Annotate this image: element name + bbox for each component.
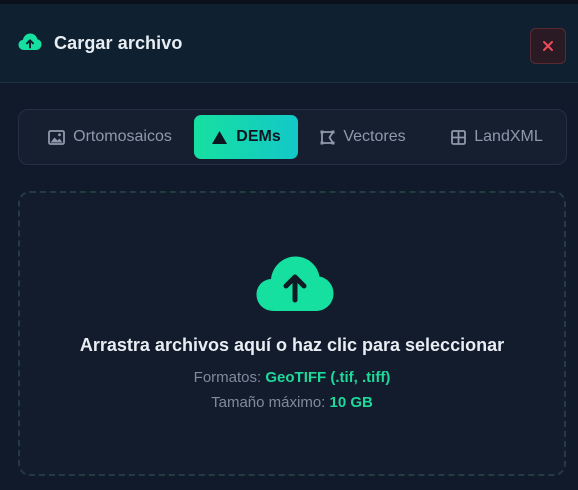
file-type-tabs: Ortomosaicos DEMs Vectores LandXML xyxy=(18,109,567,165)
dropzone-title: Arrastra archivos aquí o haz clic para s… xyxy=(79,335,505,355)
max-size-label: Tamaño máximo: xyxy=(211,394,326,411)
tab-label: LandXML xyxy=(474,128,543,145)
grid-icon xyxy=(451,129,467,145)
formats-label: Formatos: xyxy=(193,369,262,386)
max-size-value: 10 GB xyxy=(329,394,373,411)
tab-ortomosaicos[interactable]: Ortomosaicos xyxy=(27,115,193,159)
dialog-header: Cargar archivo xyxy=(0,4,578,83)
tab-label: Ortomosaicos xyxy=(73,128,172,145)
cloud-upload-icon xyxy=(256,255,334,313)
upload-dialog: Cargar archivo Ortomosaicos DEMs Vectore… xyxy=(0,0,578,490)
max-size-line: Tamaño máximo: 10 GB xyxy=(20,394,564,411)
tab-vectores[interactable]: Vectores xyxy=(305,115,421,159)
tab-landxml[interactable]: LandXML xyxy=(431,115,563,159)
formats-line: Formatos: GeoTIFF (.tif, .tiff) xyxy=(20,369,564,386)
formats-value: GeoTIFF (.tif, .tiff) xyxy=(265,369,391,386)
close-icon xyxy=(543,41,553,51)
image-icon xyxy=(48,129,66,145)
tab-label: DEMs xyxy=(236,128,281,145)
vector-icon xyxy=(320,130,335,144)
close-button[interactable] xyxy=(530,28,566,64)
dialog-title: Cargar archivo xyxy=(54,33,183,53)
tab-label: Vectores xyxy=(343,128,406,145)
cloud-upload-icon xyxy=(18,32,42,52)
mountain-icon xyxy=(212,130,228,144)
file-dropzone[interactable]: Arrastra archivos aquí o haz clic para s… xyxy=(18,191,566,476)
tab-dems[interactable]: DEMs xyxy=(194,115,298,159)
